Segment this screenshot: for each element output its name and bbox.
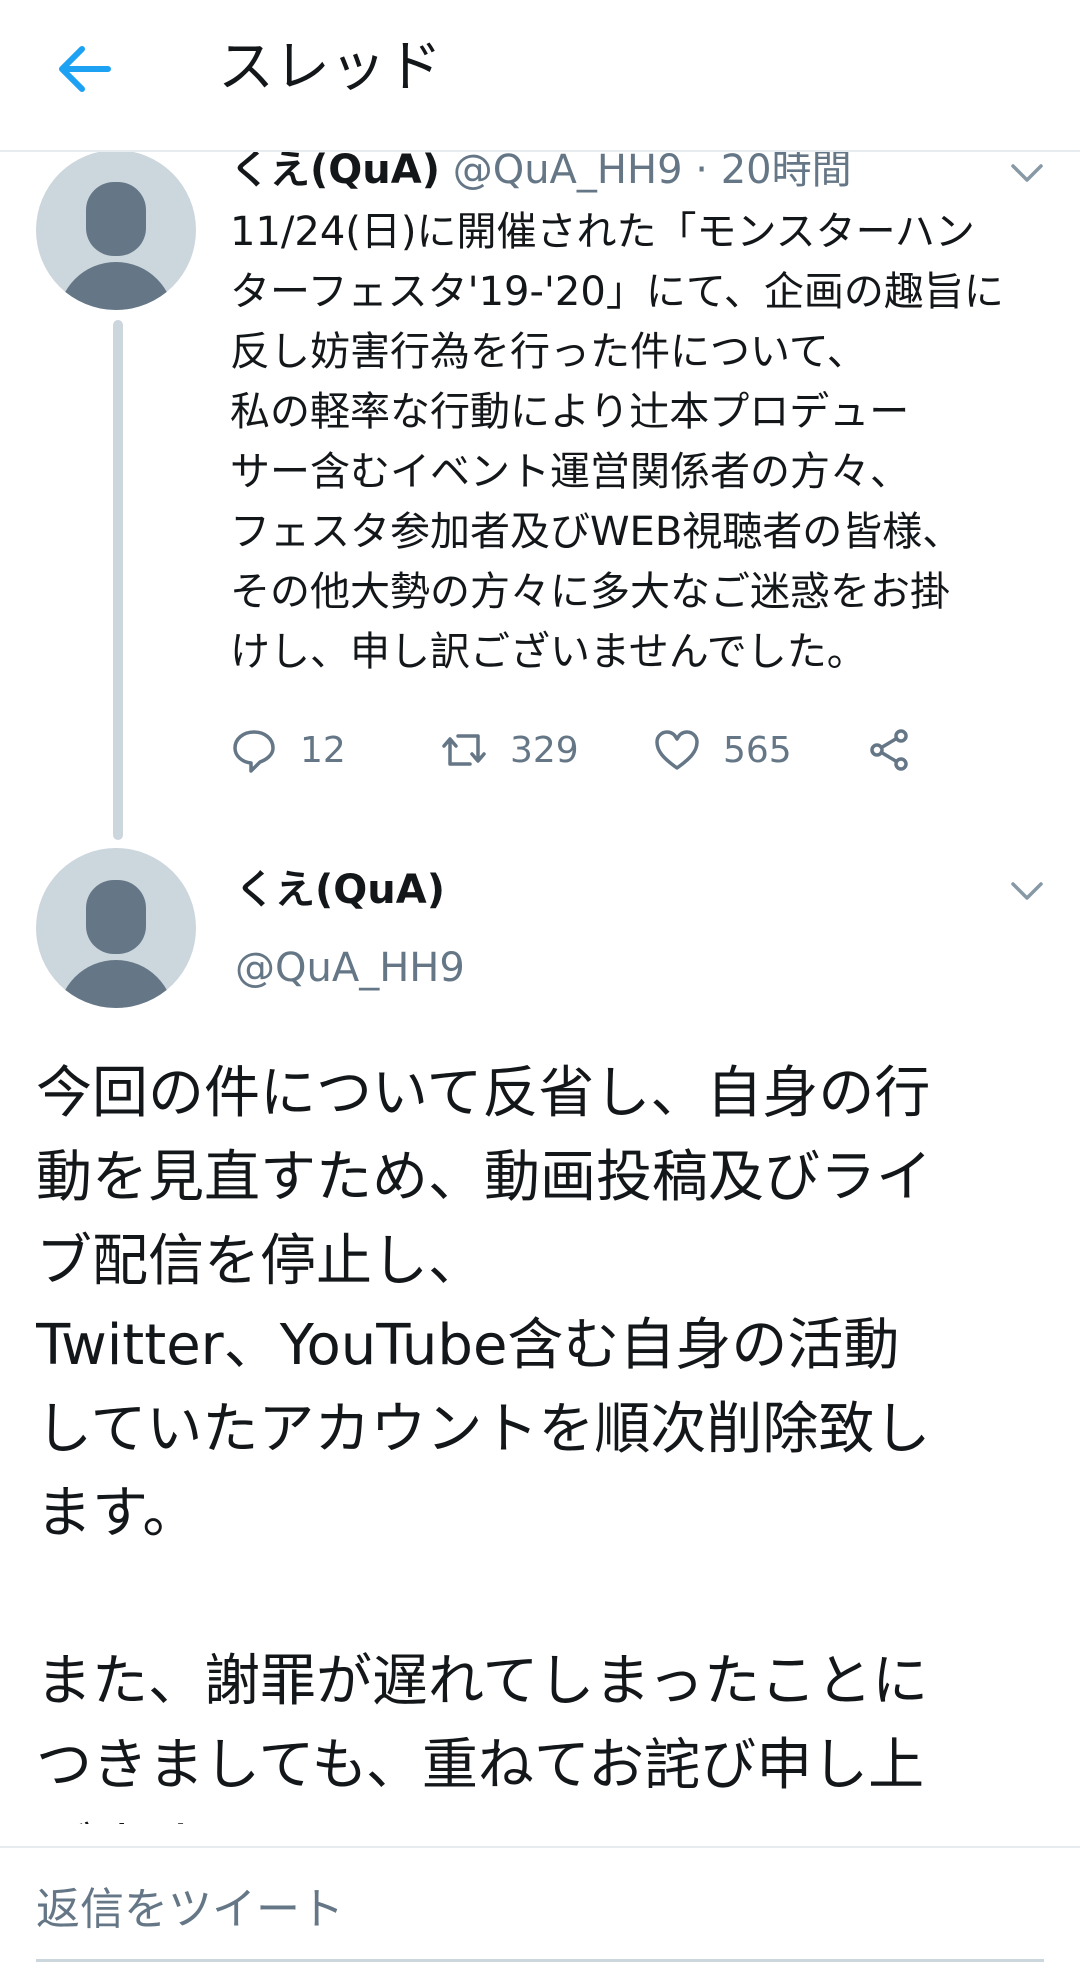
share-button[interactable]	[865, 720, 913, 780]
avatar[interactable]	[36, 150, 196, 310]
reply-input[interactable]: 返信をツイート	[36, 1870, 1044, 1962]
speech-bubble-icon	[233, 730, 275, 773]
handle[interactable]: @QuA_HH9	[235, 940, 465, 996]
like-button[interactable]: 565	[653, 720, 792, 780]
retweet-count: 329	[510, 729, 579, 771]
page-title: スレッド	[218, 35, 442, 100]
reply-bar: 返信をツイート	[0, 1846, 1080, 1985]
arrow-left-icon	[59, 46, 111, 92]
tweet-text: 今回の件について反省し、自身の行 動を見直すため、動画投稿及びライ ブ配信を停止…	[36, 1061, 932, 1824]
separator: ·	[682, 147, 721, 193]
tweet-text: 11/24(日)に開催された「モンスターハン ターフェスタ'19-'20」にて、…	[230, 209, 1004, 675]
reply-count: 12	[300, 729, 346, 771]
thread-connector-line	[113, 320, 123, 840]
display-name[interactable]: くえ(QuA)	[230, 147, 440, 193]
avatar[interactable]	[36, 848, 196, 1008]
timestamp[interactable]: 20時間	[721, 147, 852, 193]
top-bar: スレッド	[0, 0, 1080, 152]
chevron-down-icon[interactable]	[1010, 880, 1044, 902]
like-count: 565	[723, 729, 792, 771]
retweet-icon	[442, 734, 486, 766]
retweet-button[interactable]: 329	[440, 720, 579, 780]
heart-icon	[655, 730, 699, 770]
display-name[interactable]: くえ(QuA)	[235, 862, 445, 918]
handle[interactable]: @QuA_HH9	[453, 147, 683, 193]
reply-button[interactable]: 12	[230, 720, 346, 780]
chevron-down-icon[interactable]	[1010, 162, 1044, 184]
tweet-actions: 12 329 565	[230, 720, 930, 780]
share-icon	[870, 729, 908, 771]
back-button[interactable]	[50, 34, 120, 104]
